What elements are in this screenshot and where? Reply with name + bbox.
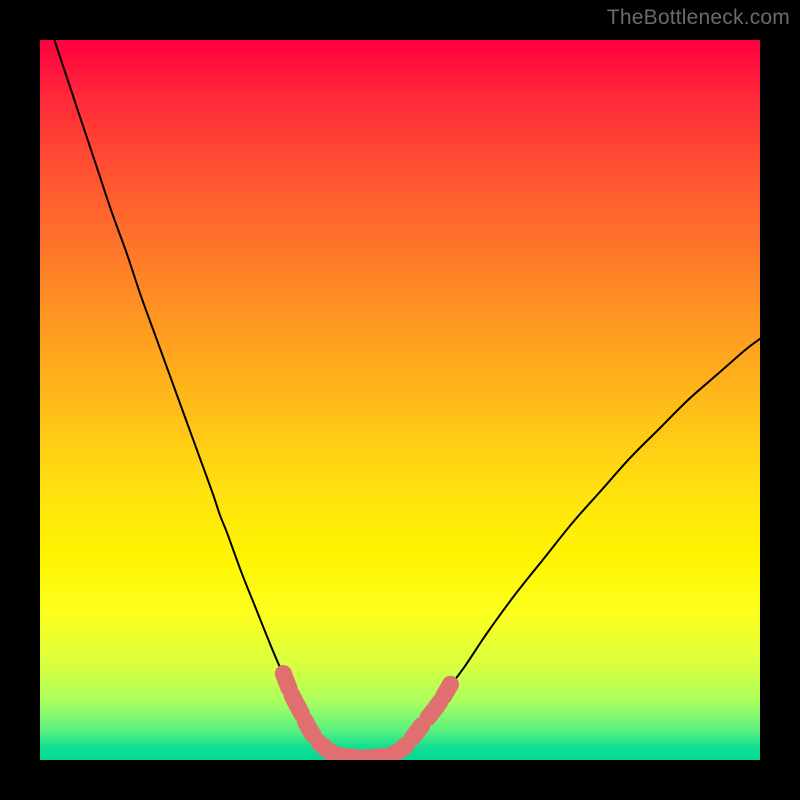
highlight-dot xyxy=(275,665,292,682)
highlight-dot xyxy=(431,694,448,711)
highlight-dot xyxy=(442,676,459,693)
watermark-text: TheBottleneck.com xyxy=(607,6,790,30)
bottleneck-curve xyxy=(54,40,760,759)
chart-frame: TheBottleneck.com xyxy=(0,0,800,800)
curves-svg xyxy=(40,40,760,760)
highlight-dot xyxy=(302,723,319,740)
highlight-dot xyxy=(284,687,301,704)
highlight-dot xyxy=(412,719,429,736)
highlight-dot xyxy=(397,737,414,754)
plot-area xyxy=(40,40,760,760)
highlight-dot xyxy=(293,705,310,722)
